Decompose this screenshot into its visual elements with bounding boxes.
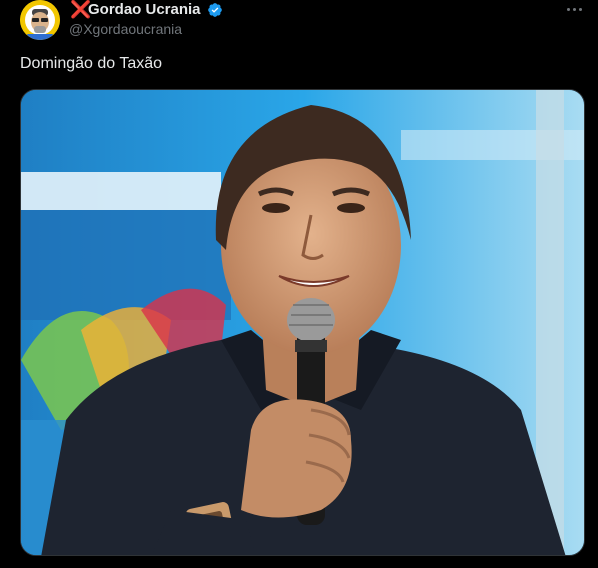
tweet-card[interactable]: ❌ Gordao Ucrania @Xgordaoucrania Domingã… <box>0 0 598 568</box>
tweet-text: Domingão do Taxão <box>20 55 163 72</box>
more-dots-icon <box>566 7 570 11</box>
photo-illustration <box>21 90 584 555</box>
tweet-photo[interactable] <box>20 89 585 556</box>
author-display-name[interactable]: Gordao Ucrania <box>88 0 201 20</box>
author-handle[interactable]: @Xgordaoucrania <box>69 20 182 38</box>
more-dot <box>578 7 582 11</box>
author-avatar[interactable] <box>20 0 60 40</box>
avatar-cartoon-icon <box>20 0 60 40</box>
more-options-button[interactable] <box>562 0 586 18</box>
more-dot <box>572 7 576 11</box>
author-name-row[interactable]: ❌ Gordao Ucrania <box>70 0 223 20</box>
red-x-icon: ❌ <box>70 0 92 19</box>
verified-badge-icon <box>207 3 222 17</box>
